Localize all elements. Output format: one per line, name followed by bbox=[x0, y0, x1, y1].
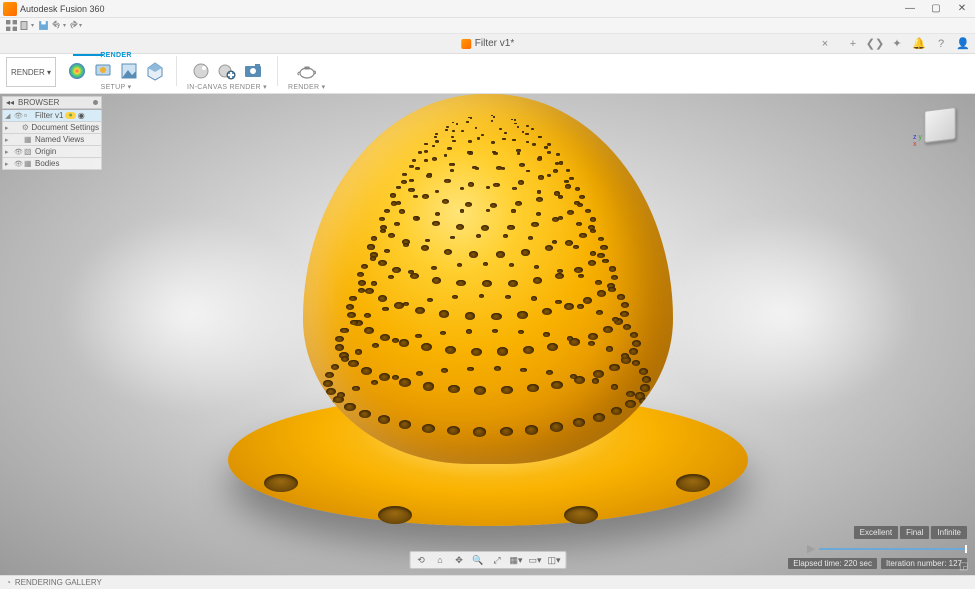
setup-dropdown[interactable]: SETUP ▾ bbox=[101, 83, 132, 91]
file-menu-icon[interactable] bbox=[20, 19, 34, 33]
pan-icon[interactable]: ✥ bbox=[451, 553, 467, 567]
fit-icon[interactable]: ⤢ bbox=[489, 553, 505, 567]
orbit-icon[interactable]: ⟲ bbox=[413, 553, 429, 567]
tree-badge: ● bbox=[65, 112, 75, 119]
tree-item-label: Document Settings bbox=[31, 123, 99, 132]
render-teapot-icon[interactable] bbox=[296, 60, 318, 82]
bell-icon[interactable]: 🔔 bbox=[911, 36, 927, 52]
tree-root-label: Filter v1 bbox=[35, 111, 63, 120]
quick-access-toolbar bbox=[0, 18, 975, 34]
grid-settings-icon[interactable]: ▭▾ bbox=[527, 553, 543, 567]
expand-panel-icon[interactable]: ◲ bbox=[959, 561, 971, 573]
minimize-button[interactable]: — bbox=[897, 0, 923, 18]
browser-collapse-icon[interactable]: ◂◂ bbox=[6, 98, 14, 107]
tree-item-namedviews[interactable]: ▸ Named Views bbox=[2, 134, 102, 146]
status-text: RENDERING GALLERY bbox=[15, 578, 102, 587]
iteration-chip: Iteration number: 127 bbox=[881, 558, 967, 569]
capture-image-icon[interactable] bbox=[242, 60, 264, 82]
tree-item-origin[interactable]: ▸ 👁 Origin bbox=[2, 146, 102, 158]
play-pause-icon[interactable]: ▶ bbox=[807, 542, 815, 555]
viewport-settings-icon[interactable]: ◫▾ bbox=[546, 553, 562, 567]
extensions-icon[interactable]: ✦ bbox=[889, 36, 905, 52]
views-icon bbox=[24, 135, 33, 144]
elapsed-time-chip: Elapsed time: 220 sec bbox=[788, 558, 877, 569]
redo-icon[interactable] bbox=[68, 19, 82, 33]
scene-settings-icon[interactable] bbox=[92, 60, 114, 82]
ribbon-toolbar: RENDER ▾ RENDER SETUP ▾ x bbox=[0, 54, 975, 94]
document-name: Filter v1* bbox=[475, 38, 514, 49]
navigation-toolbar: ⟲ ⌂ ✥ 🔍 ⤢ ▦▾ ▭▾ ◫▾ bbox=[409, 551, 566, 569]
tree-item-bodies[interactable]: ▸ 👁 Bodies bbox=[2, 158, 102, 170]
expand-icon[interactable]: ▸ bbox=[5, 148, 12, 156]
help-icon[interactable]: ? bbox=[933, 36, 949, 52]
status-bar: ◔ RENDERING GALLERY bbox=[0, 575, 975, 589]
notifications-icon[interactable]: ❮❯ bbox=[867, 36, 883, 52]
decal-icon[interactable] bbox=[118, 60, 140, 82]
texture-map-icon[interactable] bbox=[144, 60, 166, 82]
tree-item-label: Bodies bbox=[35, 159, 59, 168]
tree-item-label: Named Views bbox=[35, 135, 84, 144]
zoom-icon[interactable]: 🔍 bbox=[470, 553, 486, 567]
browser-title: BROWSER bbox=[18, 98, 59, 107]
expand-icon[interactable]: ▸ bbox=[5, 160, 12, 168]
document-tab-strip: Filter v1* × + ❮❯ ✦ 🔔 ? 👤 bbox=[0, 34, 975, 54]
component-icon: ▫ bbox=[24, 111, 33, 120]
incanvas-render-dropdown[interactable]: IN-CANVAS RENDER ▾ bbox=[187, 83, 267, 91]
tree-item-docsettings[interactable]: ▸ Document Settings bbox=[2, 122, 102, 134]
visibility-icon[interactable]: 👁 bbox=[14, 148, 22, 156]
active-tab-underline bbox=[73, 54, 103, 56]
origin-icon bbox=[24, 147, 33, 156]
expand-icon[interactable]: ▸ bbox=[5, 124, 11, 132]
display-settings-icon[interactable]: ▦▾ bbox=[508, 553, 524, 567]
document-tab[interactable]: Filter v1* bbox=[461, 38, 514, 49]
user-avatar-icon[interactable]: 👤 bbox=[955, 36, 971, 52]
workspace-switcher[interactable]: RENDER ▾ bbox=[6, 57, 56, 87]
tab-close-icon[interactable]: × bbox=[817, 36, 833, 52]
toolbar-divider bbox=[277, 56, 278, 86]
save-icon[interactable] bbox=[36, 19, 50, 33]
bodies-icon bbox=[24, 159, 33, 168]
quality-final-button[interactable]: Final bbox=[900, 526, 929, 539]
gear-icon bbox=[22, 123, 30, 132]
toolbar-divider bbox=[176, 56, 177, 86]
quality-excellent-button[interactable]: Excellent bbox=[854, 526, 898, 539]
render-dropdown[interactable]: RENDER ▾ bbox=[288, 83, 325, 91]
render-progress-slider[interactable] bbox=[819, 548, 967, 550]
undo-icon[interactable] bbox=[52, 19, 66, 33]
expand-icon[interactable]: ◢ bbox=[5, 112, 12, 120]
browser-settings-icon[interactable] bbox=[93, 100, 98, 105]
light-reflection bbox=[60, 214, 320, 414]
data-panel-icon[interactable] bbox=[4, 19, 18, 33]
visibility-icon[interactable]: 👁 bbox=[14, 112, 22, 120]
render-controls: Excellent Final Infinite ▶ Elapsed time:… bbox=[788, 526, 967, 569]
incanvas-settings-icon[interactable] bbox=[216, 60, 238, 82]
view-cube[interactable]: z yx bbox=[919, 104, 961, 146]
titlebar: Autodesk Fusion 360 — ▢ ✕ bbox=[0, 0, 975, 18]
tree-root[interactable]: ◢ 👁 ▫ Filter v1 ● ◉ bbox=[2, 110, 102, 122]
lookat-icon[interactable]: ⌂ bbox=[432, 553, 448, 567]
close-button[interactable]: ✕ bbox=[949, 0, 975, 18]
app-icon bbox=[3, 2, 17, 16]
maximize-button[interactable]: ▢ bbox=[923, 0, 949, 18]
new-tab-icon[interactable]: + bbox=[845, 36, 861, 52]
viewport-canvas[interactable]: ◂◂ BROWSER ◢ 👁 ▫ Filter v1 ● ◉ ▸ Documen… bbox=[0, 94, 975, 575]
status-icon: ◔ bbox=[6, 578, 11, 587]
app-title: Autodesk Fusion 360 bbox=[20, 4, 105, 14]
model-dome bbox=[303, 94, 673, 464]
expand-icon[interactable]: ▸ bbox=[5, 136, 12, 144]
render-group-label: RENDER bbox=[100, 52, 131, 59]
light-reflection bbox=[655, 214, 915, 414]
document-icon bbox=[461, 39, 471, 49]
browser-panel: ◂◂ BROWSER ◢ 👁 ▫ Filter v1 ● ◉ ▸ Documen… bbox=[2, 96, 102, 170]
appearance-icon[interactable] bbox=[66, 60, 88, 82]
axis-triad: z yx bbox=[913, 134, 922, 148]
incanvas-render-icon[interactable] bbox=[190, 60, 212, 82]
quality-infinite-button[interactable]: Infinite bbox=[931, 526, 967, 539]
visibility-icon[interactable]: 👁 bbox=[14, 160, 22, 168]
browser-header[interactable]: ◂◂ BROWSER bbox=[2, 96, 102, 109]
tree-item-label: Origin bbox=[35, 147, 56, 156]
tree-radio-icon[interactable]: ◉ bbox=[78, 111, 85, 120]
